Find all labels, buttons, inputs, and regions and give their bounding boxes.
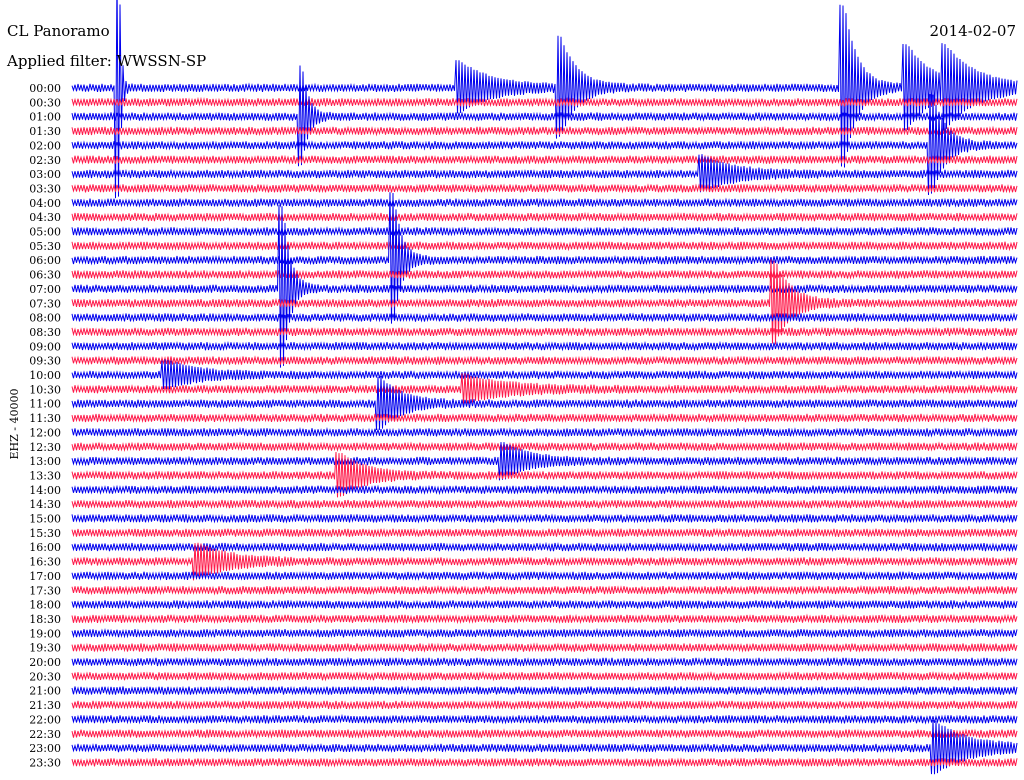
- row-time-label: 03:00: [29, 168, 61, 181]
- date-label: 2014-02-07: [930, 22, 1016, 40]
- channel-axis-label: EHZ - 40000: [8, 389, 21, 460]
- row-time-label: 10:30: [29, 383, 61, 396]
- row-time-label: 23:30: [29, 756, 61, 769]
- row-time-label: 04:30: [29, 211, 61, 224]
- row-time-label: 20:00: [29, 656, 61, 669]
- row-time-label: 17:00: [29, 570, 61, 583]
- row-time-label: 16:30: [29, 556, 61, 569]
- row-time-label: 05:30: [29, 240, 61, 253]
- time-row-labels: 00:0000:30 01:0001:3002:00 02:3003:0003:30…: [29, 82, 61, 769]
- row-time-label: 02:00: [29, 139, 61, 152]
- row-time-label: 21:30: [29, 699, 61, 712]
- row-time-label: 01:30: [29, 125, 61, 138]
- row-time-label: 11:30: [29, 412, 61, 425]
- row-time-label: 10:00: [29, 369, 61, 382]
- row-time-label: 08:30: [29, 326, 61, 339]
- row-time-label: 05:00: [29, 226, 61, 239]
- row-time-label: 07:30: [29, 297, 61, 310]
- row-time-label: 20:30: [29, 670, 61, 683]
- row-time-label: 18:30: [29, 613, 61, 626]
- row-time-label: 12:00: [29, 426, 61, 439]
- filter-label: Applied filter: WWSSN-SP: [6, 52, 206, 70]
- row-time-label: 19:30: [29, 642, 61, 655]
- row-time-label: 14:00: [29, 484, 61, 497]
- row-time-label: 07:00: [29, 283, 61, 296]
- row-time-label: 19:00: [29, 627, 61, 640]
- row-time-label: 08:00: [29, 312, 61, 325]
- row-time-label: 04:00: [29, 197, 61, 210]
- row-time-label: 18:00: [29, 599, 61, 612]
- station-title: CL Panoramo: [7, 22, 110, 40]
- row-time-label: 13:30: [29, 469, 61, 482]
- row-time-label: 03:30: [29, 182, 61, 195]
- row-time-label: 00:00: [29, 82, 61, 95]
- row-time-label: 00:30: [29, 96, 61, 109]
- row-time-label: 06:30: [29, 269, 61, 282]
- row-time-label: 12:30: [29, 441, 61, 454]
- row-time-label: 17:30: [29, 584, 61, 597]
- row-time-label: 09:30: [29, 355, 61, 368]
- row-time-label: 13:00: [29, 455, 61, 468]
- row-time-label: 09:00: [29, 340, 61, 353]
- row-time-label: 11:00: [29, 398, 61, 411]
- row-time-label: 14:30: [29, 498, 61, 511]
- row-time-label: 06:00: [29, 254, 61, 267]
- row-time-label: 23:00: [29, 742, 61, 755]
- row-time-label: 01:00: [29, 111, 61, 124]
- row-time-label: 22:00: [29, 713, 61, 726]
- row-time-label: 02:30: [29, 154, 61, 167]
- seismogram-chart: 00:0000:30 01:0001:3002:00 02:3003:0003:30…: [0, 0, 1024, 780]
- row-time-label: 15:00: [29, 513, 61, 526]
- row-time-label: 15:30: [29, 527, 61, 540]
- row-time-label: 22:30: [29, 728, 61, 741]
- row-time-label: 21:00: [29, 685, 61, 698]
- row-time-label: 16:00: [29, 541, 61, 554]
